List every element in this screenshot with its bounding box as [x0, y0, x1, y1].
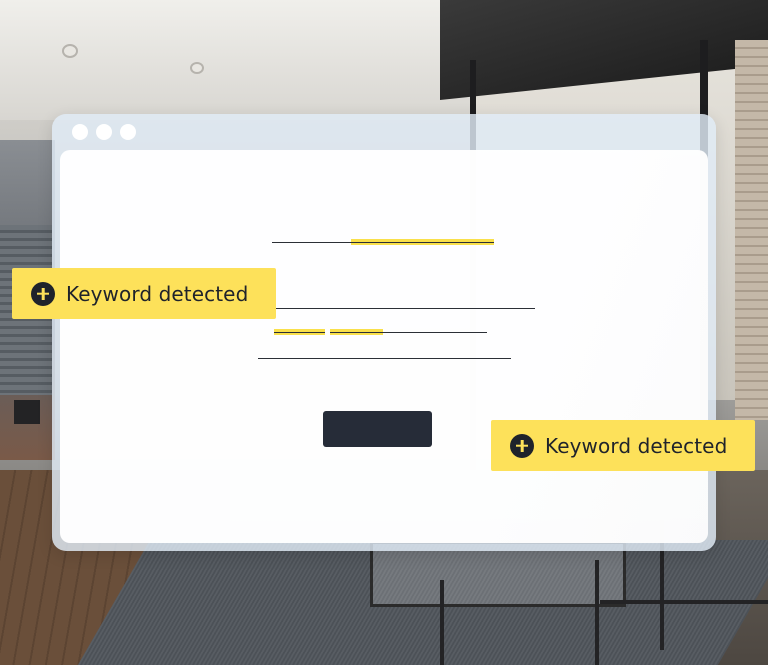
submit-button[interactable]	[323, 411, 432, 447]
brick-wall	[735, 40, 768, 420]
window-control-dot	[120, 124, 136, 140]
chair-leg	[595, 560, 599, 665]
keyword-detected-tag[interactable]: Keyword detected	[491, 420, 755, 471]
window-control-dot	[96, 124, 112, 140]
tag-label: Keyword detected	[545, 433, 728, 458]
window-control-dot	[72, 124, 88, 140]
chair-leg	[440, 580, 444, 665]
page-content	[60, 150, 708, 543]
text-line-placeholder	[258, 358, 511, 359]
ceiling-light	[62, 44, 78, 58]
chair-rail	[600, 600, 768, 604]
tag-label: Keyword detected	[66, 281, 249, 306]
plus-circle-icon	[31, 281, 55, 306]
text-line-placeholder	[383, 332, 487, 333]
ceiling-light	[190, 62, 204, 74]
plus-circle-icon	[510, 433, 534, 458]
text-line-placeholder	[272, 242, 352, 243]
text-line-placeholder	[271, 308, 535, 309]
browser-titlebar	[52, 114, 716, 150]
keyword-detected-tag[interactable]: Keyword detected	[12, 268, 276, 319]
chair-left	[14, 400, 40, 424]
